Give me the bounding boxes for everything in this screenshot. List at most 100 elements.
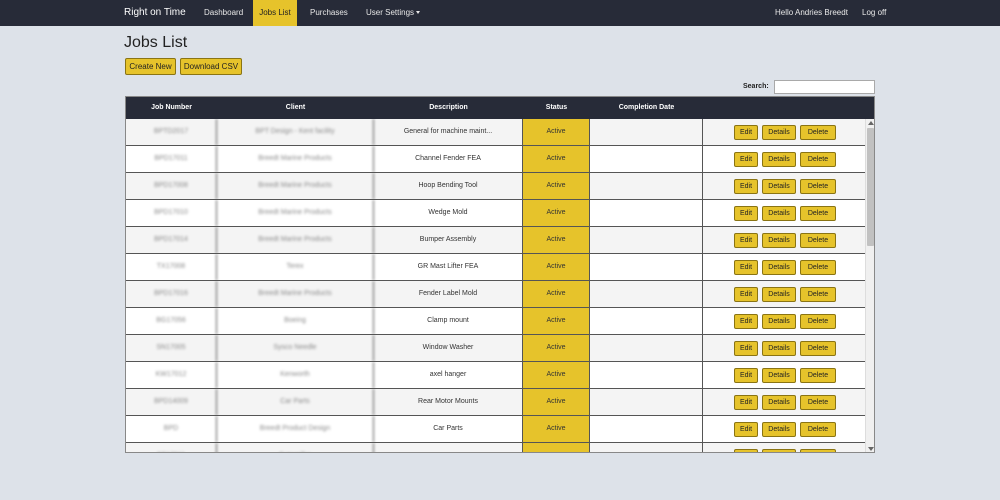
create-new-button[interactable]: Create New xyxy=(125,58,176,75)
details-button[interactable]: Details xyxy=(762,125,796,140)
details-button[interactable]: Details xyxy=(762,260,796,275)
delete-button[interactable]: Delete xyxy=(800,341,836,356)
cell-completion-date xyxy=(590,281,703,307)
cell-status: Active xyxy=(523,362,590,388)
delete-button[interactable]: Delete xyxy=(800,152,836,167)
cell-completion-date xyxy=(590,362,703,388)
header-status[interactable]: Status xyxy=(523,97,590,119)
edit-button[interactable]: Edit xyxy=(734,314,758,329)
top-navbar: Right on Time Dashboard Jobs List Purcha… xyxy=(0,0,1000,26)
scroll-down-icon[interactable] xyxy=(868,447,874,451)
delete-button[interactable]: Delete xyxy=(800,395,836,410)
user-greeting-link[interactable]: Hello Andries Breedt xyxy=(775,0,848,26)
cell-completion-date xyxy=(590,146,703,172)
cell-status: Active xyxy=(523,389,590,415)
cell-actions: Edit Details Delete xyxy=(703,173,865,199)
cell-status: Active xyxy=(523,119,590,145)
cell-job-number: BPD17014 xyxy=(126,227,217,253)
delete-button[interactable]: Delete xyxy=(800,179,836,194)
delete-button[interactable]: Delete xyxy=(800,287,836,302)
edit-button[interactable]: Edit xyxy=(734,422,758,437)
cell-completion-date xyxy=(590,254,703,280)
cell-actions: Edit Details Delete xyxy=(703,200,865,226)
cell-description: Channel Fender FEA xyxy=(374,146,523,172)
edit-button[interactable]: Edit xyxy=(734,287,758,302)
edit-button[interactable]: Edit xyxy=(734,206,758,221)
header-client[interactable]: Client xyxy=(217,97,374,119)
details-button[interactable]: Details xyxy=(762,449,796,452)
table-row: KW17012 Kenworth axel hanger Active Edit Deta… xyxy=(126,362,865,389)
details-button[interactable]: Details xyxy=(762,341,796,356)
edit-button[interactable]: Edit xyxy=(734,341,758,356)
cell-client: Kenworth xyxy=(217,362,374,388)
edit-button[interactable]: Edit xyxy=(734,125,758,140)
cell-client: Breedt Product Design xyxy=(217,416,374,442)
table-row: BPD17016 Breedt Marine Products Fender Lab… xyxy=(126,281,865,308)
cell-actions: Edit Details Delete xyxy=(703,146,865,172)
scroll-thumb[interactable] xyxy=(867,128,874,246)
edit-button[interactable]: Edit xyxy=(734,395,758,410)
search-input[interactable] xyxy=(774,80,875,94)
table-row: BPD17010 Breedt Marine Products Wedge Mold… xyxy=(126,200,865,227)
table-row: SN17005 Sysco Needle Window Washer Active Ed… xyxy=(126,335,865,362)
edit-button[interactable]: Edit xyxy=(734,368,758,383)
header-description[interactable]: Description xyxy=(374,97,523,119)
cell-job-number: BPD17016 xyxy=(126,281,217,307)
logoff-link[interactable]: Log off xyxy=(862,0,886,26)
brand-link[interactable]: Right on Time xyxy=(124,0,186,26)
cell-job-number: BPD14009 xyxy=(126,389,217,415)
details-button[interactable]: Details xyxy=(762,395,796,410)
details-button[interactable]: Details xyxy=(762,287,796,302)
scroll-up-icon[interactable] xyxy=(868,121,874,125)
details-button[interactable]: Details xyxy=(762,314,796,329)
delete-button[interactable]: Delete xyxy=(800,368,836,383)
edit-button[interactable]: Edit xyxy=(734,260,758,275)
edit-button[interactable]: Edit xyxy=(734,449,758,452)
table-row: BPD17014 Breedt Marine Products Bumper Ass… xyxy=(126,227,865,254)
cell-description: General for machine maint... xyxy=(374,119,523,145)
details-button[interactable]: Details xyxy=(762,422,796,437)
cell-completion-date xyxy=(590,335,703,361)
table-body: BPTD2017 BPT Design - Kent facility Genera… xyxy=(126,119,865,452)
table-scrollbar[interactable] xyxy=(865,119,874,452)
edit-button[interactable]: Edit xyxy=(734,152,758,167)
cell-description: Window Washer xyxy=(374,335,523,361)
cell-status: Active xyxy=(523,254,590,280)
details-button[interactable]: Details xyxy=(762,233,796,248)
details-button[interactable]: Details xyxy=(762,179,796,194)
edit-button[interactable]: Edit xyxy=(734,179,758,194)
header-completion-date[interactable]: Completion Date xyxy=(590,97,703,119)
delete-button[interactable]: Delete xyxy=(800,449,836,452)
details-button[interactable]: Details xyxy=(762,206,796,221)
delete-button[interactable]: Delete xyxy=(800,260,836,275)
cell-actions: Edit Details Delete xyxy=(703,335,865,361)
nav-jobs-list[interactable]: Jobs List xyxy=(253,0,297,26)
cell-status: Active xyxy=(523,200,590,226)
nav-user-settings-label: User Settings xyxy=(366,8,415,17)
search-label: Search: xyxy=(743,83,769,90)
delete-button[interactable]: Delete xyxy=(800,422,836,437)
cell-job-number: BPD17011 xyxy=(126,146,217,172)
cell-actions: Edit Details Delete xyxy=(703,308,865,334)
table-row: BPD14009 Car Parts Rear Motor Mounts Active… xyxy=(126,389,865,416)
cell-description: GR Mast Lifter FEA xyxy=(374,254,523,280)
header-job-number[interactable]: Job Number xyxy=(126,97,217,119)
delete-button[interactable]: Delete xyxy=(800,314,836,329)
delete-button[interactable]: Delete xyxy=(800,233,836,248)
download-csv-button[interactable]: Download CSV xyxy=(180,58,242,75)
delete-button[interactable]: Delete xyxy=(800,125,836,140)
header-actions xyxy=(703,97,865,119)
nav-dashboard[interactable]: Dashboard xyxy=(204,0,243,26)
nav-user-settings[interactable]: User Settings xyxy=(366,0,421,26)
details-button[interactable]: Details xyxy=(762,368,796,383)
cell-actions: Edit Details Delete xyxy=(703,389,865,415)
cell-description: Wedge Mold xyxy=(374,200,523,226)
table-header: Job Number Client Description Status Com… xyxy=(126,97,874,119)
details-button[interactable]: Details xyxy=(762,152,796,167)
cell-description: Mock Parts xyxy=(374,443,523,452)
cell-job-number: KW17012 xyxy=(126,362,217,388)
cell-status: Active xyxy=(523,146,590,172)
delete-button[interactable]: Delete xyxy=(800,206,836,221)
edit-button[interactable]: Edit xyxy=(734,233,758,248)
nav-purchases[interactable]: Purchases xyxy=(310,0,348,26)
